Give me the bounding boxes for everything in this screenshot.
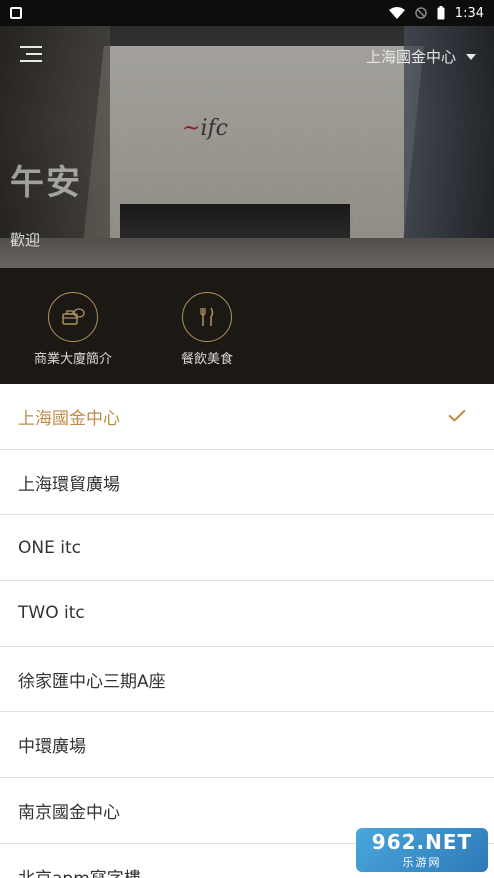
battery-icon: [437, 6, 445, 20]
location-item-two-itc[interactable]: TWO itc: [0, 581, 494, 647]
greeting-text: 午安: [10, 163, 82, 203]
location-label: 上海國金中心: [365, 48, 456, 66]
list-item-label: 上海環貿廣場: [18, 474, 120, 495]
quick-actions-bar: 商業大廈簡介 餐飲美食: [0, 268, 494, 384]
wifi-icon: [388, 7, 405, 19]
quick-action-label: 餐飲美食: [180, 352, 233, 367]
location-item-shanghai-itc[interactable]: 上海環貿廣場: [0, 450, 494, 516]
watermark-logo: 962.NET 乐游网: [356, 828, 488, 872]
welcome-text: 歡迎: [10, 231, 41, 249]
no-sim-icon: [415, 7, 427, 19]
list-item-label: 中環廣場: [18, 737, 86, 758]
quick-action-building-intro[interactable]: 商業大廈簡介: [23, 292, 123, 367]
quick-action-dining[interactable]: 餐飲美食: [157, 292, 257, 367]
status-bar: 1:34: [0, 0, 494, 26]
location-dropdown[interactable]: 上海國金中心: [366, 46, 476, 67]
location-item-central-plaza[interactable]: 中環廣場: [0, 712, 494, 779]
status-icons: 1:34: [388, 5, 484, 21]
menu-icon[interactable]: [20, 46, 44, 66]
notification-icon: [10, 7, 22, 19]
list-item-label: 上海國金中心: [18, 408, 120, 429]
clock: 1:34: [454, 5, 484, 21]
briefcase-chat-icon: [62, 308, 85, 325]
chevron-down-icon: [466, 53, 476, 60]
list-item-label: ONE itc: [18, 537, 81, 558]
location-item-shanghai-ifc[interactable]: 上海國金中心: [0, 384, 494, 450]
checkmark-icon: [448, 410, 466, 422]
list-item-label: 徐家匯中心三期A座: [18, 671, 166, 692]
fork-knife-icon: [200, 307, 214, 326]
list-item-label: TWO itc: [18, 603, 85, 624]
list-item-label: 北京apm寫字樓: [18, 864, 141, 878]
location-item-xujiahui[interactable]: 徐家匯中心三期A座: [0, 647, 494, 713]
location-item-one-itc[interactable]: ONE itc: [0, 515, 494, 582]
list-item-label: 南京國金中心: [18, 802, 120, 823]
location-list: 上海國金中心 上海環貿廣場 ONE itc TWO itc 徐家匯中心三期A座 …: [0, 384, 494, 878]
quick-action-label: 商業大廈簡介: [33, 352, 112, 367]
